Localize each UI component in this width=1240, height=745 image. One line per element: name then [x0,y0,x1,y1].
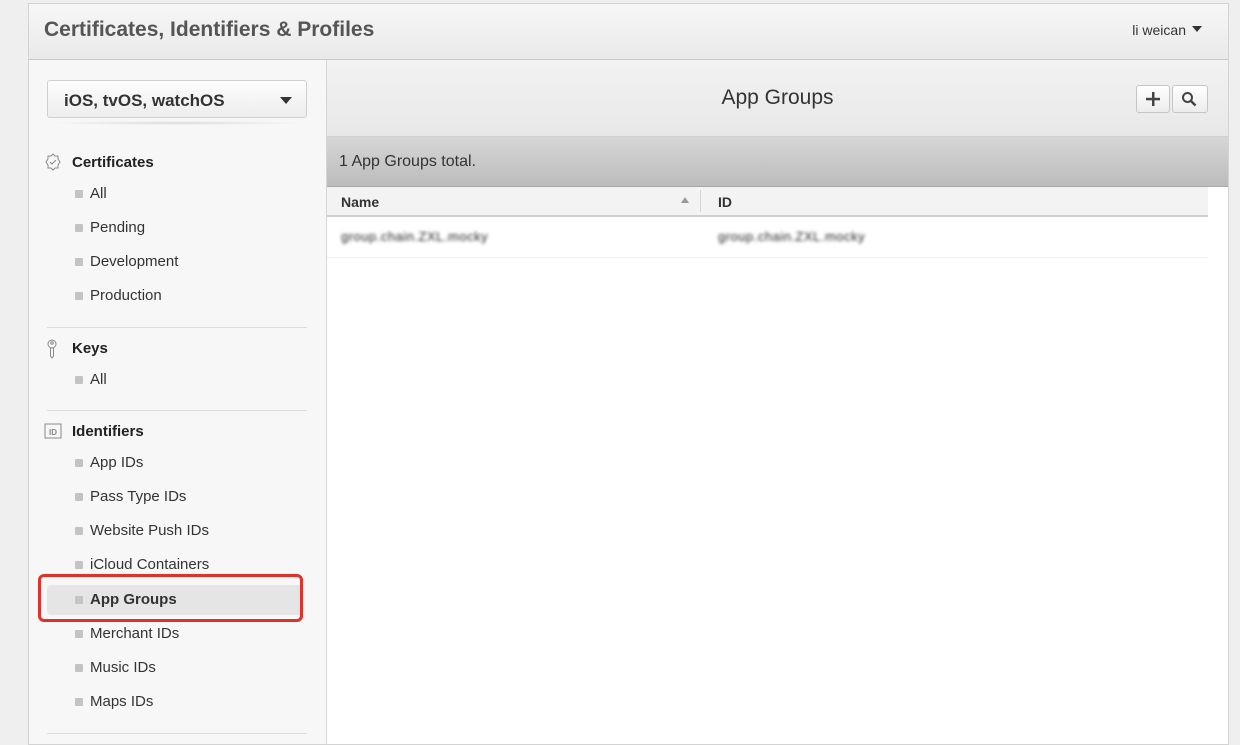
user-name: li weican [1132,22,1186,38]
sidebar-item-label: iCloud Containers [90,556,210,573]
bullet-icon [75,698,83,706]
bullet-icon [75,630,83,638]
app-title: Certificates, Identifiers & Profiles [44,18,375,41]
sidebar-item-pending[interactable]: Pending [47,213,303,243]
sort-ascending-icon [681,197,689,203]
cell-name: group.chain.ZXL.mocky [341,229,489,244]
chevron-down-icon [1192,26,1202,33]
sidebar-item-label: All [90,185,107,202]
app-window: Certificates, Identifiers & Profiles li … [28,3,1229,745]
bullet-icon [75,258,83,266]
bullet-icon [75,664,83,672]
divider [47,327,307,328]
summary-bar: 1 App Groups total. [327,137,1228,187]
sidebar-item-label: Development [90,253,179,270]
select-shadow [47,121,307,125]
annotation-highlight [38,574,303,622]
sidebar-item-label: Pending [90,219,146,236]
sidebar-item-label: Website Push IDs [90,522,209,539]
divider [47,410,307,411]
sidebar-item-label: Production [90,287,162,304]
sidebar-item-label: All [90,371,107,388]
sidebar-item-label: App IDs [90,454,144,471]
total-count: 1 App Groups total. [339,153,476,170]
search-button[interactable] [1172,85,1208,113]
chevron-down-icon [280,97,292,104]
table-header: Name ID [327,187,1208,217]
sidebar-item-keys-all[interactable]: All [47,365,303,395]
sidebar-item-development[interactable]: Development [47,247,303,277]
sidebar-item-app-ids[interactable]: App IDs [47,448,303,478]
column-header-name[interactable]: Name [341,194,379,210]
section-title: Certificates [72,154,154,171]
column-header-id[interactable]: ID [718,194,732,210]
svg-text:ID: ID [49,428,57,437]
platform-select[interactable]: iOS, tvOS, watchOS [47,80,307,118]
main-panel: App Groups 1 App Groups total. Name ID g… [327,60,1228,744]
bullet-icon [75,493,83,501]
top-bar: Certificates, Identifiers & Profiles li … [29,4,1228,60]
cell-id: group.chain.ZXL.mocky [718,229,866,244]
sidebar-item-pass-type-ids[interactable]: Pass Type IDs [47,482,303,512]
certificate-icon [44,153,62,171]
sidebar-item-label: Music IDs [90,659,156,676]
column-separator [700,190,701,212]
sidebar-item-website-push-ids[interactable]: Website Push IDs [47,516,303,546]
sidebar-item-label: Merchant IDs [90,625,180,642]
bullet-icon [75,190,83,198]
bullet-icon [75,459,83,467]
sidebar: iOS, tvOS, watchOS Certificates All Pend… [29,60,327,744]
bullet-icon [75,224,83,232]
sidebar-item-certificates-all[interactable]: All [47,179,303,209]
sidebar-item-music-ids[interactable]: Music IDs [47,653,303,683]
table-row[interactable]: group.chain.ZXL.mocky group.chain.ZXL.mo… [327,217,1208,258]
plus-icon [1146,92,1160,106]
search-icon [1182,92,1197,107]
sidebar-item-label: Maps IDs [90,693,154,710]
sidebar-item-merchant-ids[interactable]: Merchant IDs [47,619,303,649]
section-title: Identifiers [72,423,144,440]
bullet-icon [75,376,83,384]
section-title: Keys [72,340,108,357]
bullet-icon [75,527,83,535]
divider [47,733,307,734]
main-header: App Groups [327,60,1228,137]
add-button[interactable] [1136,85,1170,113]
sidebar-item-production[interactable]: Production [47,281,303,311]
platform-select-label: iOS, tvOS, watchOS [64,91,225,110]
id-icon: ID [44,422,62,440]
sidebar-item-maps-ids[interactable]: Maps IDs [47,687,303,717]
key-icon [44,339,62,359]
page-title: App Groups [721,86,834,109]
bullet-icon [75,292,83,300]
bullet-icon [75,561,83,569]
sidebar-item-label: Pass Type IDs [90,488,187,505]
user-menu[interactable]: li weican [1132,22,1202,38]
